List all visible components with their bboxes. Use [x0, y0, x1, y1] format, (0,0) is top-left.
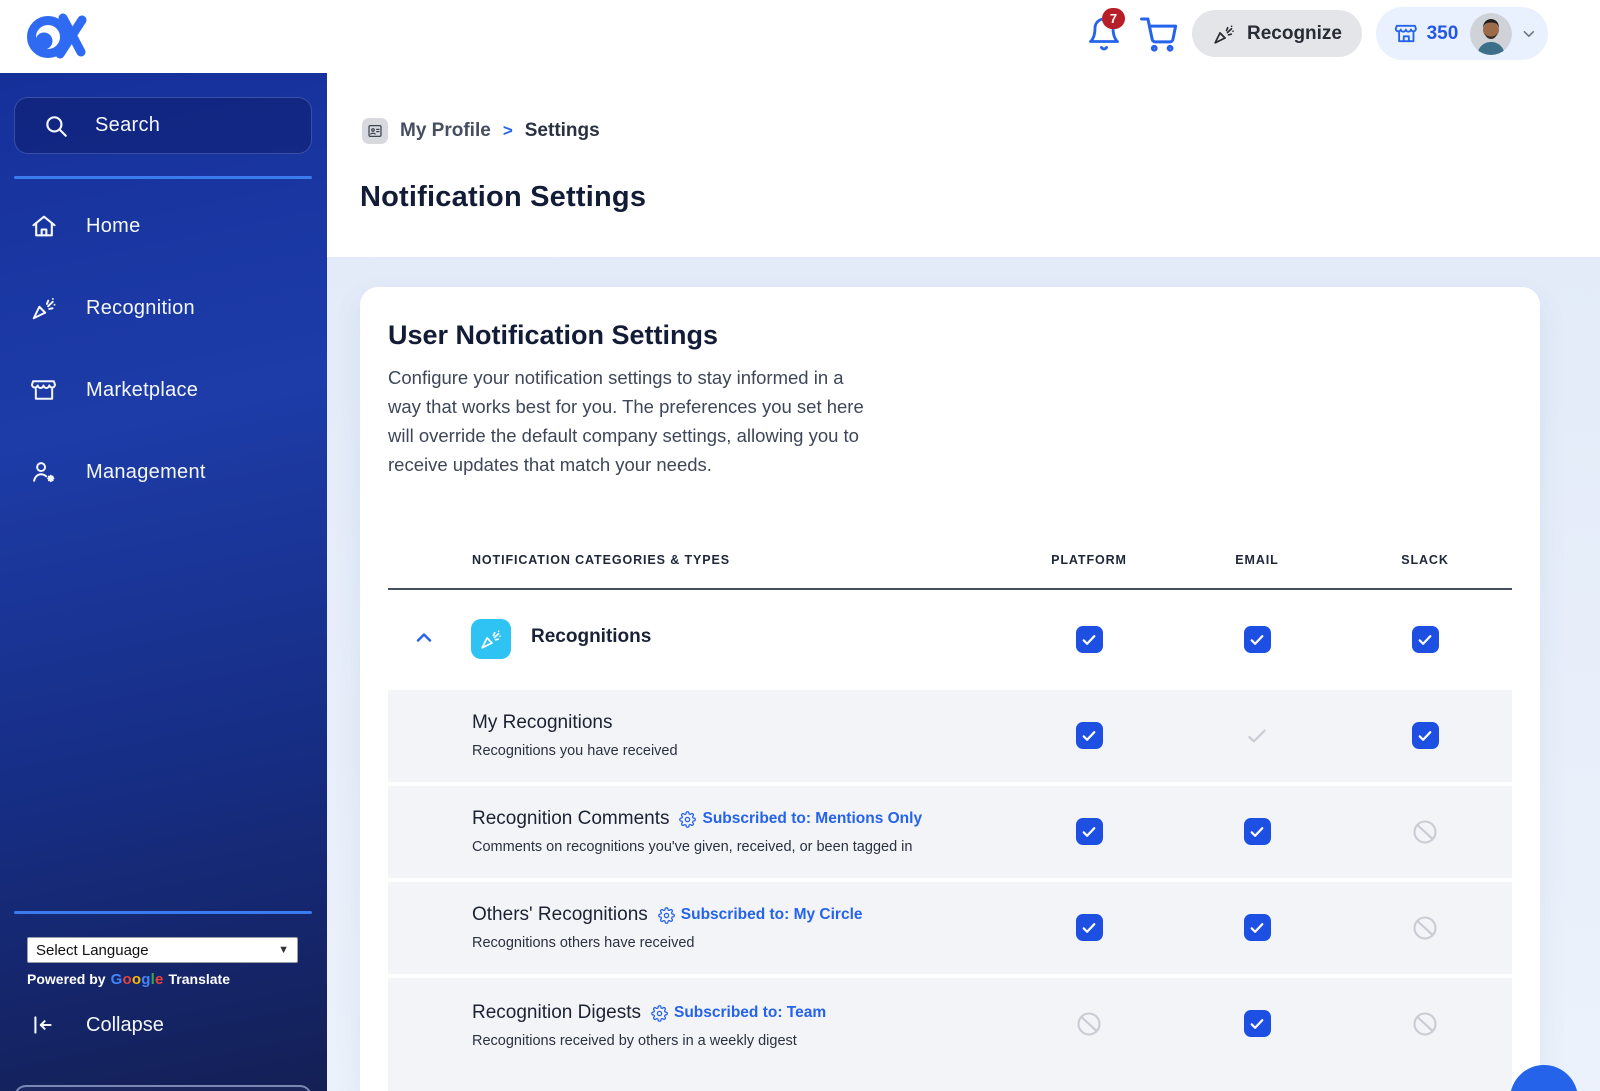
- row-subtitle: Recognitions you have received: [472, 743, 678, 759]
- table-row: Recognition Digests Subscribed to: Team …: [388, 978, 1512, 1091]
- google-translate-attribution: Powered by Google Translate: [27, 971, 230, 988]
- column-header-platform: PLATFORM: [1051, 553, 1127, 567]
- column-header-slack: SLACK: [1401, 553, 1449, 567]
- subscription-link[interactable]: Subscribed to: Team: [651, 1004, 826, 1022]
- sidebar-item-marketplace[interactable]: Marketplace: [0, 365, 327, 415]
- party-popper-icon: [1214, 24, 1234, 44]
- panel-description: Configure your notification settings to …: [388, 367, 864, 475]
- home-icon: [32, 215, 56, 237]
- chevron-down-icon[interactable]: [1520, 25, 1538, 43]
- category-row-recognitions: Recognitions: [388, 592, 1512, 686]
- checkbox-others-recognitions-email[interactable]: [1197, 914, 1317, 941]
- row-subtitle: Comments on recognitions you've given, r…: [472, 839, 913, 855]
- sidebar-item-home[interactable]: Home: [0, 201, 327, 251]
- checkbox-recognition-comments-platform[interactable]: [1029, 818, 1149, 845]
- gear-icon: [679, 810, 697, 828]
- panel-heading: User Notification Settings: [388, 320, 719, 350]
- table-header-rule: [388, 588, 1512, 590]
- party-popper-icon: [481, 630, 501, 649]
- sidebar-bottom-card: [14, 1085, 312, 1091]
- sidebar-item-label: Management: [86, 460, 206, 483]
- row-title: Others' Recognitions: [472, 904, 648, 925]
- blocked-others-recognitions-slack: [1365, 914, 1485, 941]
- row-title: My Recognitions: [472, 712, 613, 733]
- language-select[interactable]: Select Language ▼: [27, 937, 298, 963]
- collapse-icon: [34, 1016, 52, 1034]
- blocked-recognition-comments-slack: [1365, 818, 1485, 845]
- notification-badge: 7: [1102, 8, 1125, 29]
- subscription-link[interactable]: Subscribed to: My Circle: [657, 906, 863, 924]
- recognitions-category-icon: [471, 619, 511, 659]
- checkbox-recognitions-slack[interactable]: [1365, 626, 1485, 653]
- sidebar-item-label: Marketplace: [86, 378, 199, 401]
- party-popper-icon: [32, 297, 56, 320]
- recognize-button[interactable]: Recognize: [1192, 10, 1362, 57]
- sidebar-item-recognition[interactable]: Recognition: [0, 283, 327, 333]
- storefront-icon: [30, 380, 56, 400]
- blocked-recognition-digests-slack: [1365, 1010, 1485, 1037]
- user-avatar[interactable]: [1470, 12, 1513, 55]
- table-row: My Recognitions Recognitions you have re…: [388, 690, 1512, 782]
- checkbox-recognitions-email[interactable]: [1197, 626, 1317, 653]
- search-input[interactable]: Search: [14, 97, 312, 154]
- sidebar-item-label: Recognition: [86, 296, 195, 319]
- breadcrumb-my-profile[interactable]: My Profile: [400, 120, 491, 142]
- checkbox-recognition-digests-email[interactable]: [1197, 1010, 1317, 1037]
- sidebar-collapse-button[interactable]: Collapse: [0, 1003, 327, 1047]
- column-header-categories: NOTIFICATION CATEGORIES & TYPES: [472, 553, 731, 567]
- collapse-category-chevron-icon[interactable]: [412, 626, 436, 650]
- checkbox-my-recognitions-slack[interactable]: [1365, 722, 1485, 749]
- row-title: Recognition Digests: [472, 1002, 641, 1023]
- cart-icon: [1140, 17, 1178, 52]
- sidebar-item-management[interactable]: Management: [0, 447, 327, 497]
- table-row: Others' Recognitions Subscribed to: My C…: [388, 882, 1512, 974]
- sidebar-divider: [14, 176, 312, 179]
- storefront-icon: [1394, 24, 1417, 43]
- column-header-email: EMAIL: [1235, 553, 1279, 567]
- subscription-link-label: Subscribed to: My Circle: [680, 906, 863, 923]
- checkbox-others-recognitions-platform[interactable]: [1029, 914, 1149, 941]
- checkmark-my-recognitions-email: [1197, 722, 1317, 749]
- subscription-link-label: Subscribed to: Mentions Only: [702, 810, 923, 827]
- language-select-value: Select Language: [36, 941, 149, 959]
- select-chevron-icon: ▼: [278, 944, 289, 956]
- gear-icon: [651, 1004, 668, 1022]
- points-account-pill[interactable]: 350: [1376, 7, 1548, 60]
- row-subtitle: Recognitions received by others in a wee…: [472, 1033, 797, 1049]
- collapse-label: Collapse: [86, 1013, 164, 1036]
- notification-settings-panel: User Notification Settings Configure you…: [360, 287, 1540, 1091]
- checkbox-recognition-comments-email[interactable]: [1197, 818, 1317, 845]
- search-label: Search: [95, 114, 161, 136]
- table-row: Recognition Comments Subscribed to: Ment…: [388, 786, 1512, 878]
- breadcrumb-separator: >: [502, 121, 513, 140]
- recognize-button-label: Recognize: [1246, 22, 1343, 44]
- google-wordmark: Google: [110, 971, 164, 988]
- breadcrumb-settings: Settings: [524, 120, 600, 141]
- gear-icon: [657, 906, 675, 924]
- subscription-link[interactable]: Subscribed to: Mentions Only: [679, 810, 922, 828]
- sidebar-divider: [14, 911, 312, 914]
- subscription-link-label: Subscribed to: Team: [673, 1004, 827, 1021]
- page-header-band: [327, 73, 1600, 257]
- blocked-recognition-digests-platform: [1029, 1010, 1149, 1037]
- notifications-button[interactable]: 7: [1086, 8, 1130, 60]
- search-icon: [46, 115, 67, 137]
- points-balance: 350: [1426, 22, 1459, 44]
- app-logo[interactable]: [22, 6, 90, 66]
- checkbox-recognitions-platform[interactable]: [1029, 626, 1149, 653]
- category-title: Recognitions: [531, 626, 652, 647]
- cart-button[interactable]: [1140, 15, 1178, 55]
- sidebar-item-label: Home: [86, 214, 141, 237]
- row-title: Recognition Comments: [472, 808, 670, 829]
- breadcrumb: My Profile > Settings: [362, 117, 600, 145]
- profile-card-icon: [362, 118, 388, 144]
- page-title: Notification Settings: [360, 181, 647, 213]
- row-subtitle: Recognitions others have received: [472, 935, 695, 951]
- sidebar: Search Home Recognition Marketplace Mana…: [0, 73, 327, 1091]
- checkbox-my-recognitions-platform[interactable]: [1029, 722, 1149, 749]
- person-gear-icon: [33, 462, 55, 483]
- top-header: 7 Recognize 350: [0, 0, 1600, 73]
